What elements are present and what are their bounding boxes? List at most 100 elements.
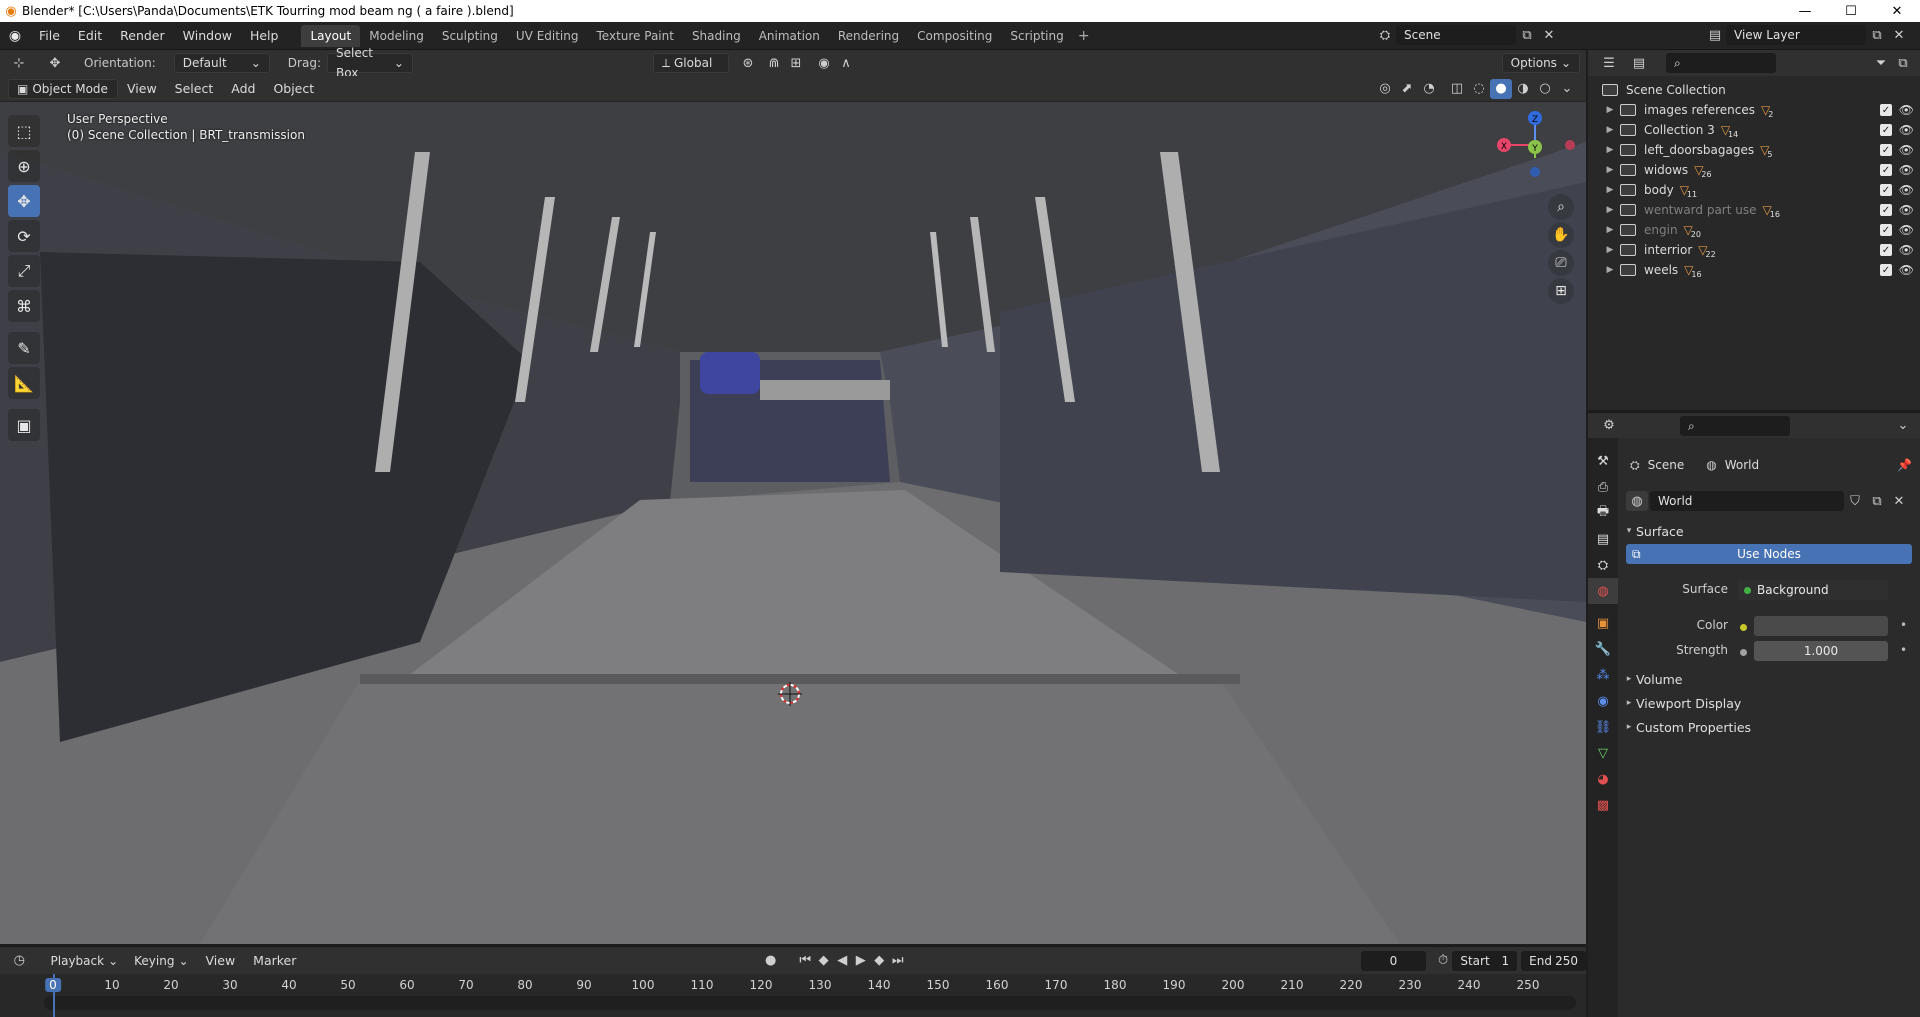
expand-arrow-icon[interactable]: ▶ (1600, 145, 1620, 155)
delete-view-layer-icon[interactable]: ✕ (1888, 25, 1910, 45)
exclude-checkbox[interactable]: ✓ (1880, 144, 1892, 156)
timeline-menu-view[interactable]: View (197, 947, 245, 975)
output-tab-icon[interactable]: 🖶 (1588, 500, 1618, 526)
tab-uv-editing[interactable]: UV Editing (507, 25, 588, 47)
timeline-menu-playback[interactable]: Playback ⌄ (43, 951, 127, 971)
outliner-search-input[interactable]: ⌕ (1666, 53, 1776, 73)
visibility-eye-icon[interactable]: ◎ (1374, 79, 1396, 99)
properties-search-input[interactable]: ⌕ (1680, 415, 1790, 436)
viewport-display-panel-header[interactable]: ▸ Viewport Display (1622, 692, 1916, 714)
transform-orientation-dropdown[interactable]: ⟂ Global (652, 53, 729, 73)
expand-arrow-icon[interactable]: ▶ (1600, 125, 1620, 135)
current-frame-field[interactable]: 0 (1361, 950, 1426, 971)
editor-type-icon[interactable]: ⊹ (8, 53, 30, 73)
menu-file[interactable]: File (30, 22, 69, 50)
particles-tab-icon[interactable]: ⁂ (1588, 662, 1618, 688)
navigation-gizmo[interactable]: Z X Y (1490, 110, 1580, 190)
exclude-checkbox[interactable]: ✓ (1880, 124, 1892, 136)
delete-scene-icon[interactable]: ✕ (1538, 25, 1560, 45)
outliner-root[interactable]: Scene Collection (1588, 80, 1920, 100)
perspective-toggle-icon[interactable]: ⊞ (1548, 278, 1574, 304)
wireframe-shading-icon[interactable]: ◌ (1468, 79, 1490, 99)
outliner-item[interactable]: ▶ weels ▽ 16 ✓ 👁 (1588, 260, 1920, 280)
outliner-item[interactable]: ▶ left_doorsbagages ▽ 5 ✓ 👁 (1588, 140, 1920, 160)
timeline-menu-marker[interactable]: Marker (244, 947, 305, 975)
physics-tab-icon[interactable]: ◉ (1588, 688, 1618, 714)
gizmo-toggle-icon[interactable]: ⬈ (1396, 79, 1418, 99)
expand-arrow-icon[interactable]: ▶ (1600, 205, 1620, 215)
exclude-checkbox[interactable]: ✓ (1880, 264, 1892, 276)
outliner-item[interactable]: ▶ Collection 3 ▽ 14 ✓ 👁 (1588, 120, 1920, 140)
tab-shading[interactable]: Shading (683, 25, 750, 47)
modifier-tab-icon[interactable]: 🔧 (1588, 636, 1618, 662)
falloff-icon[interactable]: ∧ (835, 53, 857, 73)
stopwatch-icon[interactable]: ⏱ (1434, 951, 1453, 971)
pin-icon[interactable]: 📌 (1897, 458, 1912, 472)
menu-help[interactable]: Help (241, 22, 288, 50)
use-nodes-button[interactable]: ⧉ Use Nodes (1626, 544, 1912, 564)
end-frame-field[interactable]: End 250 (1521, 950, 1586, 971)
jump-start-icon[interactable]: ⏮ (796, 951, 815, 971)
tab-animation[interactable]: Animation (750, 25, 829, 47)
tab-texture-paint[interactable]: Texture Paint (588, 25, 683, 47)
material-tab-icon[interactable]: ◕ (1588, 766, 1618, 792)
strength-field[interactable]: 1.000 (1754, 641, 1888, 661)
render-tab-icon[interactable]: ⎙ (1588, 474, 1618, 500)
mode-dropdown[interactable]: ▣ Object Mode (8, 78, 118, 99)
menu-render[interactable]: Render (111, 22, 174, 50)
world-browse-icon[interactable]: ◍ (1626, 491, 1648, 511)
rendered-shading-icon[interactable]: ○ (1534, 79, 1556, 99)
duplicate-world-icon[interactable]: ⧉ (1866, 491, 1888, 511)
properties-editor-icon[interactable]: ⚙ (1598, 416, 1620, 436)
new-collection-icon[interactable]: ⧉ (1892, 53, 1914, 73)
view-layer-icon[interactable]: ▤ (1704, 25, 1726, 45)
world-color-swatch[interactable] (1754, 616, 1888, 636)
eye-icon[interactable]: 👁 (1899, 203, 1914, 217)
scale-icon[interactable]: ⤢ (8, 255, 40, 287)
expand-arrow-icon[interactable]: ▶ (1600, 165, 1620, 175)
blender-menu-icon[interactable]: ◉ (0, 28, 30, 44)
view-layer-field[interactable]: View Layer (1726, 25, 1866, 45)
move-icon[interactable]: ✥ (8, 185, 40, 217)
unlink-world-icon[interactable]: ✕ (1888, 491, 1910, 511)
scene-icon[interactable]: ⛭ (1374, 25, 1396, 45)
eye-icon[interactable]: 👁 (1899, 163, 1914, 177)
maximize-button[interactable]: ☐ (1828, 0, 1874, 22)
scene-tab-icon[interactable]: ⛭ (1588, 552, 1618, 578)
tab-rendering[interactable]: Rendering (829, 25, 908, 47)
drag-dropdown[interactable]: Select Box ⌄ (326, 46, 413, 80)
texture-tab-icon[interactable]: ▩ (1588, 792, 1618, 818)
expand-arrow-icon[interactable]: ▶ (1600, 245, 1620, 255)
jump-end-icon[interactable]: ⏭ (888, 951, 907, 971)
expand-arrow-icon[interactable]: ▶ (1600, 185, 1620, 195)
eye-icon[interactable]: 👁 (1899, 103, 1914, 117)
tab-scripting[interactable]: Scripting (1001, 25, 1072, 47)
camera-view-icon[interactable]: ⎚ (1548, 250, 1574, 276)
viewport-menu-add[interactable]: Add (222, 75, 264, 103)
outliner-item[interactable]: ▶ widows ▽ 26 ✓ 👁 (1588, 160, 1920, 180)
display-mode-icon[interactable]: ▤ (1628, 53, 1650, 73)
material-shading-icon[interactable]: ◑ (1512, 79, 1534, 99)
shading-options-icon[interactable]: ⌄ (1556, 79, 1578, 99)
expand-arrow-icon[interactable]: ▶ (1600, 225, 1620, 235)
custom-properties-panel-header[interactable]: ▸ Custom Properties (1622, 716, 1916, 738)
exclude-checkbox[interactable]: ✓ (1880, 224, 1892, 236)
snap-icon[interactable]: ⋒ (763, 53, 785, 73)
menu-edit[interactable]: Edit (69, 22, 111, 50)
outliner-item[interactable]: ▶ engin ▽ 20 ✓ 👁 (1588, 220, 1920, 240)
tool-tab-icon[interactable]: ⚒ (1588, 448, 1618, 474)
scene-name-field[interactable]: Scene (1396, 25, 1516, 45)
new-scene-icon[interactable]: ⧉ (1516, 25, 1538, 45)
exclude-checkbox[interactable]: ✓ (1880, 164, 1892, 176)
minimize-button[interactable]: — (1782, 0, 1828, 22)
add-cube-icon[interactable]: ▣ (8, 409, 40, 441)
keyframe-dot-icon[interactable]: • (1900, 618, 1907, 632)
eye-icon[interactable]: 👁 (1899, 143, 1914, 157)
world-tab-icon[interactable]: ◍ (1588, 578, 1618, 604)
eye-icon[interactable]: 👁 (1899, 123, 1914, 137)
viewport-menu-view[interactable]: View (118, 75, 166, 103)
overlay-toggle-icon[interactable]: ◔ (1418, 79, 1440, 99)
constraints-tab-icon[interactable]: ⛓ (1588, 714, 1618, 740)
object-tab-icon[interactable]: ▣ (1588, 610, 1618, 636)
rotate-icon[interactable]: ⟳ (8, 220, 40, 252)
